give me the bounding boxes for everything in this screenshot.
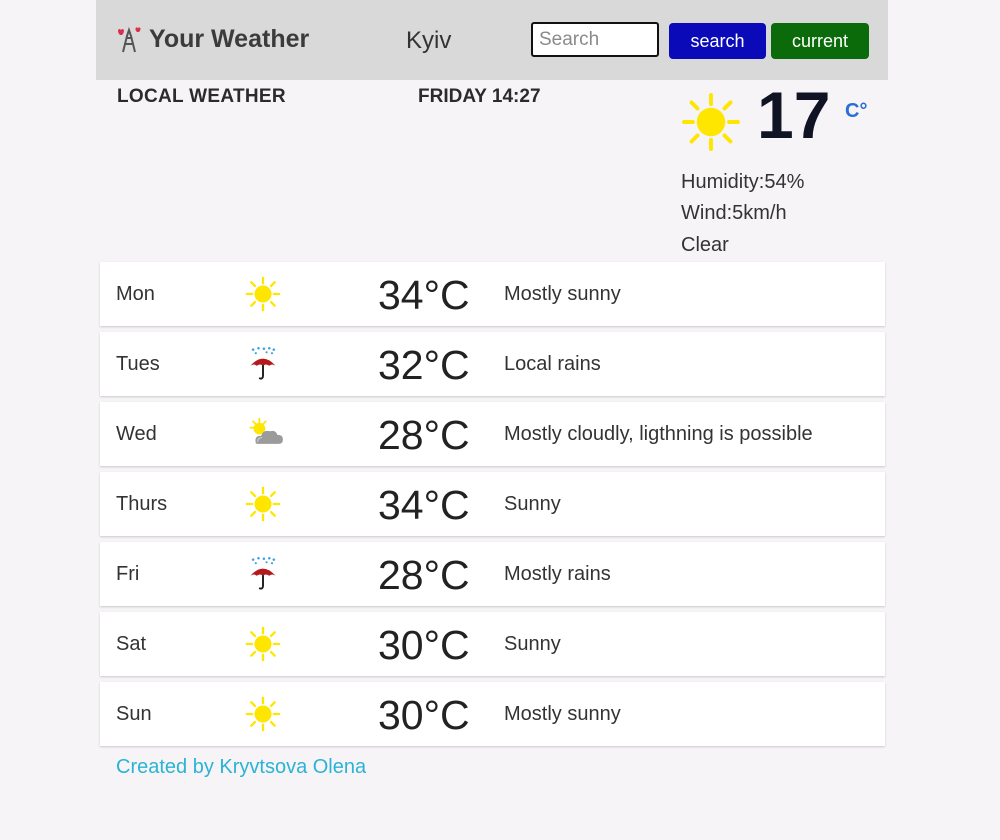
forecast-description: Sunny: [504, 633, 561, 655]
forecast-temp: 32°C: [378, 342, 470, 388]
current-location-button[interactable]: current: [771, 23, 869, 59]
forecast-description: Sunny: [504, 493, 561, 515]
forecast-day: Wed: [116, 423, 157, 445]
sun-icon: [245, 626, 281, 662]
local-weather-heading: LOCAL WEATHER: [117, 86, 286, 107]
current-condition: Clear: [681, 234, 729, 256]
forecast-description: Local rains: [504, 353, 601, 375]
sun-icon: [245, 696, 281, 732]
forecast-row: Tues 32°C Local rains: [100, 332, 885, 396]
forecast-row: Fri 28°C Mostly rains: [100, 542, 885, 606]
forecast-day: Sun: [116, 703, 152, 725]
forecast-day: Tues: [116, 353, 160, 375]
sun-icon: [245, 486, 281, 522]
eiffel-heart-icon: [118, 26, 141, 53]
forecast-day: Thurs: [116, 493, 168, 515]
forecast-row: Wed 28°C Mostly cloudly, ligthning is po…: [100, 402, 885, 466]
forecast-day: Mon: [116, 283, 155, 305]
forecast-temp: 28°C: [378, 412, 470, 458]
city-name: Kyiv: [406, 27, 452, 54]
app-header: Your Weather Kyiv search current: [96, 0, 888, 80]
forecast-description: Mostly rains: [504, 563, 611, 585]
temperature-unit: C°: [845, 100, 868, 122]
wind-value: Wind:5km/h: [681, 202, 787, 224]
humidity-value: Humidity:54%: [681, 171, 805, 193]
forecast-row: Sun 30°C Mostly sunny: [100, 682, 885, 746]
sun-icon: [681, 92, 741, 152]
forecast-temp: 30°C: [378, 622, 470, 668]
forecast-row: Mon 34°C Mostly sunny: [100, 262, 885, 326]
forecast-day: Sat: [116, 633, 147, 655]
weekly-forecast: Mon 34°C Mostly sunny Tues 32°C Local ra…: [100, 262, 885, 752]
umbrella-rain-icon: [245, 556, 281, 592]
forecast-day: Fri: [116, 563, 140, 585]
author-credit-link[interactable]: Created by Kryvtsova Olena: [116, 756, 366, 779]
forecast-temp: 34°C: [378, 272, 470, 318]
forecast-row: Sat 30°C Sunny: [100, 612, 885, 676]
forecast-temp: 28°C: [378, 552, 470, 598]
sun-icon: [245, 276, 281, 312]
forecast-description: Mostly cloudly, ligthning is possible: [504, 423, 813, 445]
partly-cloudy-icon: [245, 416, 283, 452]
search-button[interactable]: search: [669, 23, 766, 59]
current-temperature: 17: [757, 78, 831, 152]
brand-logo[interactable]: Your Weather: [114, 24, 309, 54]
forecast-temp: 34°C: [378, 482, 470, 528]
umbrella-rain-icon: [245, 346, 281, 382]
current-datetime: FRIDAY 14:27: [418, 86, 541, 107]
brand-name: Your Weather: [149, 24, 310, 53]
forecast-temp: 30°C: [378, 692, 470, 738]
forecast-description: Mostly sunny: [504, 283, 621, 305]
forecast-row: Thurs 34°C Sunny: [100, 472, 885, 536]
forecast-description: Mostly sunny: [504, 703, 621, 725]
search-input[interactable]: [531, 22, 659, 57]
